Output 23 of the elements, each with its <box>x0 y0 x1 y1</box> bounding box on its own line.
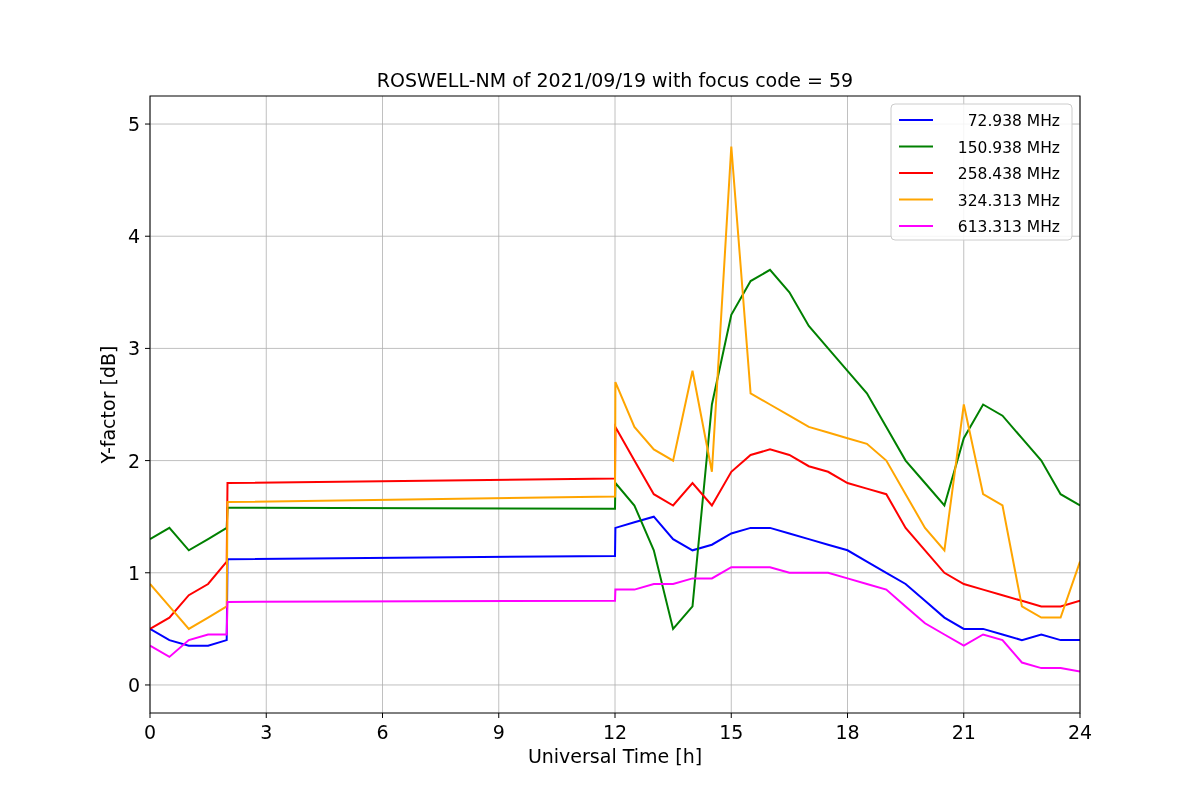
legend-label: 613.313 MHz <box>957 218 1060 236</box>
tick-label: 24 <box>1067 721 1093 743</box>
legend-label: 72.938 MHz <box>967 112 1060 130</box>
legend-label: 150.938 MHz <box>957 138 1060 157</box>
tick-label: 5 <box>127 113 140 136</box>
tick-label: 2 <box>127 449 140 472</box>
tick-label: 21 <box>951 721 976 743</box>
legend-label: 324.313 MHz <box>957 191 1060 210</box>
legend-label: 258.438 MHz <box>957 165 1060 183</box>
tick-label: 0 <box>143 721 157 743</box>
tick-label: 1 <box>127 561 140 584</box>
tick-label: 9 <box>492 721 505 743</box>
tick-label: 3 <box>260 721 273 743</box>
tick-label: 6 <box>376 721 389 743</box>
tick-label: 0 <box>127 673 140 696</box>
tick-label: 12 <box>602 721 628 743</box>
chart-title: ROSWELL-NM of 2021/09/19 with focus code = 59 <box>376 69 854 91</box>
x-axis-label: Universal Time [h] <box>527 745 703 767</box>
tick-label: 4 <box>127 225 140 248</box>
tick-label: 3 <box>127 337 140 360</box>
tick-label: 18 <box>835 721 860 743</box>
y-axis-label: Y-factor [dB] <box>97 345 119 464</box>
tick-label: 15 <box>719 721 744 743</box>
